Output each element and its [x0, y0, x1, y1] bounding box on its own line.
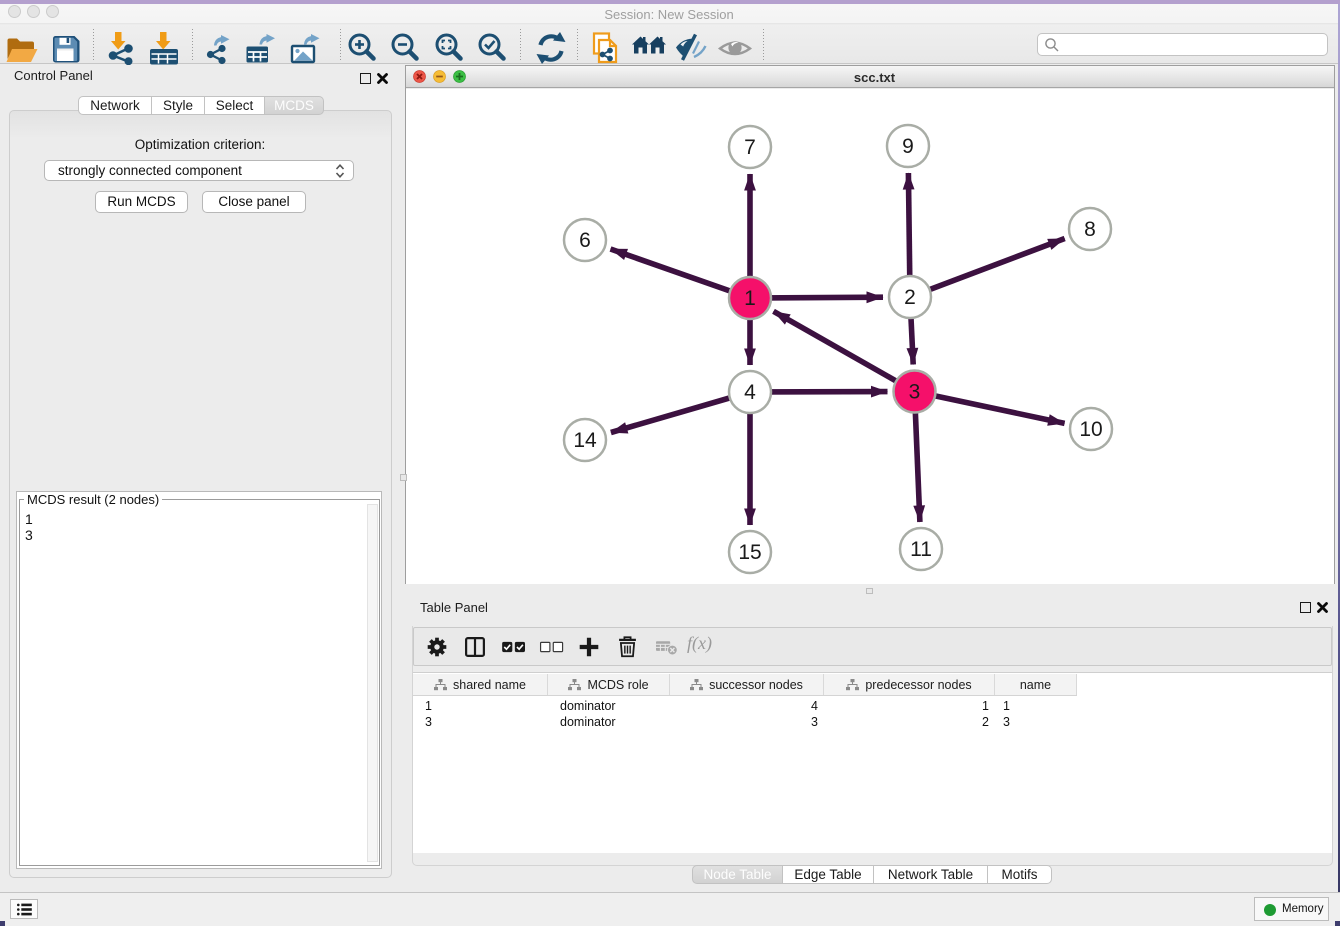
svg-text:8: 8: [1084, 218, 1096, 241]
svg-text:10: 10: [1079, 418, 1102, 441]
svg-text:11: 11: [910, 538, 932, 561]
svg-text:6: 6: [579, 229, 591, 252]
svg-text:2: 2: [904, 286, 916, 309]
svg-text:3: 3: [909, 381, 921, 404]
svg-text:14: 14: [573, 429, 597, 452]
svg-text:15: 15: [738, 541, 761, 564]
svg-text:1: 1: [744, 287, 756, 310]
svg-text:9: 9: [902, 135, 914, 158]
svg-text:4: 4: [744, 381, 756, 404]
svg-text:7: 7: [744, 136, 756, 159]
